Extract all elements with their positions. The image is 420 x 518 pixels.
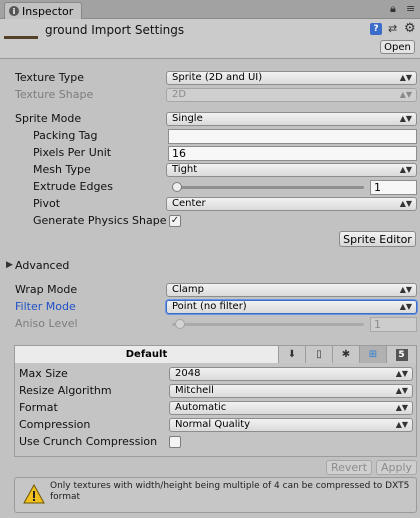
texture-type-value: Sprite (2D and UI) bbox=[172, 72, 263, 83]
format-dropdown[interactable]: Automatic ▲▼ bbox=[169, 401, 413, 415]
extrude-edges-label: Extrude Edges bbox=[33, 180, 113, 193]
chevron-updown-icon: ▲▼ bbox=[399, 114, 412, 123]
extrude-edges-slider-track[interactable] bbox=[172, 186, 364, 189]
sprite-editor-button[interactable]: Sprite Editor bbox=[339, 231, 416, 247]
compression-value: Normal Quality bbox=[175, 419, 251, 430]
generate-physics-shape-checkbox[interactable]: ✓ bbox=[169, 215, 181, 227]
tab-inspector-label: Inspector bbox=[22, 4, 74, 18]
max-size-value: 2048 bbox=[175, 368, 201, 379]
mesh-type-label: Mesh Type bbox=[33, 163, 91, 176]
preset-icon[interactable]: ⇄ bbox=[388, 22, 397, 35]
wrap-mode-label: Wrap Mode bbox=[15, 283, 78, 296]
phone-icon[interactable]: ▯ bbox=[306, 346, 333, 363]
aniso-level-slider-track bbox=[172, 323, 364, 326]
download-icon[interactable]: ⬇ bbox=[279, 346, 306, 363]
generate-physics-shape-label: Generate Physics Shape bbox=[33, 214, 167, 227]
pivot-value: Center bbox=[172, 198, 206, 209]
open-button[interactable]: Open bbox=[380, 40, 415, 54]
pixels-per-unit-label: Pixels Per Unit bbox=[33, 146, 112, 159]
info-icon: i bbox=[9, 6, 19, 16]
aniso-level-slider-thumb bbox=[175, 319, 185, 329]
aniso-level-field: 1 bbox=[370, 317, 417, 332]
texture-type-label: Texture Type bbox=[15, 71, 85, 84]
html5-icon[interactable]: 5 bbox=[387, 346, 416, 363]
lock-icon[interactable]: 🔒︎ bbox=[390, 2, 396, 16]
packing-tag-label: Packing Tag bbox=[33, 129, 98, 142]
android-icon[interactable]: ✱ bbox=[333, 346, 360, 363]
wrap-mode-value: Clamp bbox=[172, 284, 204, 295]
texture-type-dropdown[interactable]: Sprite (2D and UI) ▲▼ bbox=[166, 71, 417, 85]
mesh-type-value: Tight bbox=[172, 164, 198, 175]
revert-button: Revert bbox=[326, 460, 372, 475]
chevron-updown-icon: ▲▼ bbox=[399, 285, 412, 294]
apply-button: Apply bbox=[376, 460, 417, 475]
mesh-type-dropdown[interactable]: Tight ▲▼ bbox=[166, 163, 417, 177]
format-value: Automatic bbox=[175, 402, 227, 413]
help-icon[interactable]: ? bbox=[370, 23, 382, 35]
tab-default[interactable]: Default bbox=[15, 346, 279, 363]
chevron-updown-icon: ▲▼ bbox=[399, 199, 412, 208]
chevron-updown-icon: ▲▼ bbox=[399, 302, 412, 311]
chevron-updown-icon: ▲▼ bbox=[395, 403, 408, 412]
advanced-foldout[interactable]: Advanced bbox=[15, 259, 69, 272]
pivot-label: Pivot bbox=[33, 197, 61, 210]
extrude-edges-slider-thumb[interactable] bbox=[172, 182, 182, 192]
pixels-per-unit-field[interactable]: 16 bbox=[168, 146, 417, 161]
texture-shape-value: 2D bbox=[172, 89, 187, 100]
filter-mode-dropdown[interactable]: Point (no filter) ▲▼ bbox=[166, 300, 417, 314]
html5-icon-glyph: 5 bbox=[395, 348, 408, 361]
extrude-edges-field[interactable]: 1 bbox=[370, 180, 417, 195]
filter-mode-value: Point (no filter) bbox=[172, 301, 247, 312]
chevron-updown-icon: ▲▼ bbox=[395, 369, 408, 378]
gear-icon[interactable]: ⚙ bbox=[404, 21, 416, 36]
use-crunch-compression-label: Use Crunch Compression bbox=[19, 435, 158, 448]
warning-icon bbox=[23, 484, 45, 504]
warning-box: Only textures with width/height being mu… bbox=[14, 477, 417, 513]
foldout-arrow-icon[interactable]: ▶ bbox=[6, 260, 13, 270]
texture-shape-dropdown: 2D ▲▼ bbox=[166, 88, 417, 102]
texture-shape-label: Texture Shape bbox=[15, 88, 94, 101]
chevron-updown-icon: ▲▼ bbox=[395, 420, 408, 429]
wrap-mode-dropdown[interactable]: Clamp ▲▼ bbox=[166, 283, 417, 297]
compression-dropdown[interactable]: Normal Quality ▲▼ bbox=[169, 418, 413, 432]
texture-thumbnail bbox=[4, 36, 38, 39]
tab-inspector[interactable]: i Inspector bbox=[4, 2, 82, 19]
window-tab-bar: i Inspector 🔒︎ ≡ bbox=[0, 0, 420, 19]
chevron-updown-icon: ▲▼ bbox=[399, 165, 412, 174]
max-size-dropdown[interactable]: 2048 ▲▼ bbox=[169, 367, 413, 381]
aniso-level-label: Aniso Level bbox=[15, 317, 78, 330]
chevron-updown-icon: ▲▼ bbox=[399, 73, 412, 82]
kebab-menu-icon[interactable]: ≡ bbox=[406, 2, 415, 15]
sprite-mode-label: Sprite Mode bbox=[15, 112, 82, 125]
chevron-updown-icon: ▲▼ bbox=[395, 386, 408, 395]
pivot-dropdown[interactable]: Center ▲▼ bbox=[166, 197, 417, 211]
inspector-panel: ground Import Settings ? ⇄ ⚙ Open Textur… bbox=[0, 19, 420, 518]
max-size-label: Max Size bbox=[19, 367, 68, 380]
filter-mode-label: Filter Mode bbox=[15, 300, 76, 313]
sprite-mode-value: Single bbox=[172, 113, 203, 124]
resize-algorithm-dropdown[interactable]: Mitchell ▲▼ bbox=[169, 384, 413, 398]
use-crunch-compression-checkbox[interactable] bbox=[169, 436, 181, 448]
page-title: ground Import Settings bbox=[45, 23, 185, 37]
chevron-updown-icon: ▲▼ bbox=[399, 90, 412, 99]
compression-label: Compression bbox=[19, 418, 91, 431]
windows-icon[interactable]: ⊞ bbox=[360, 346, 387, 363]
format-label: Format bbox=[19, 401, 58, 414]
platform-tabs: Default ⬇ ▯ ✱ ⊞ 5 bbox=[15, 346, 416, 363]
resize-algorithm-value: Mitchell bbox=[175, 385, 214, 396]
resize-algorithm-label: Resize Algorithm bbox=[19, 384, 112, 397]
warning-text: Only textures with width/height being mu… bbox=[50, 481, 410, 502]
packing-tag-field[interactable] bbox=[168, 129, 417, 144]
asset-header: ground Import Settings ? ⇄ ⚙ Open bbox=[0, 19, 420, 59]
sprite-mode-dropdown[interactable]: Single ▲▼ bbox=[166, 112, 417, 126]
